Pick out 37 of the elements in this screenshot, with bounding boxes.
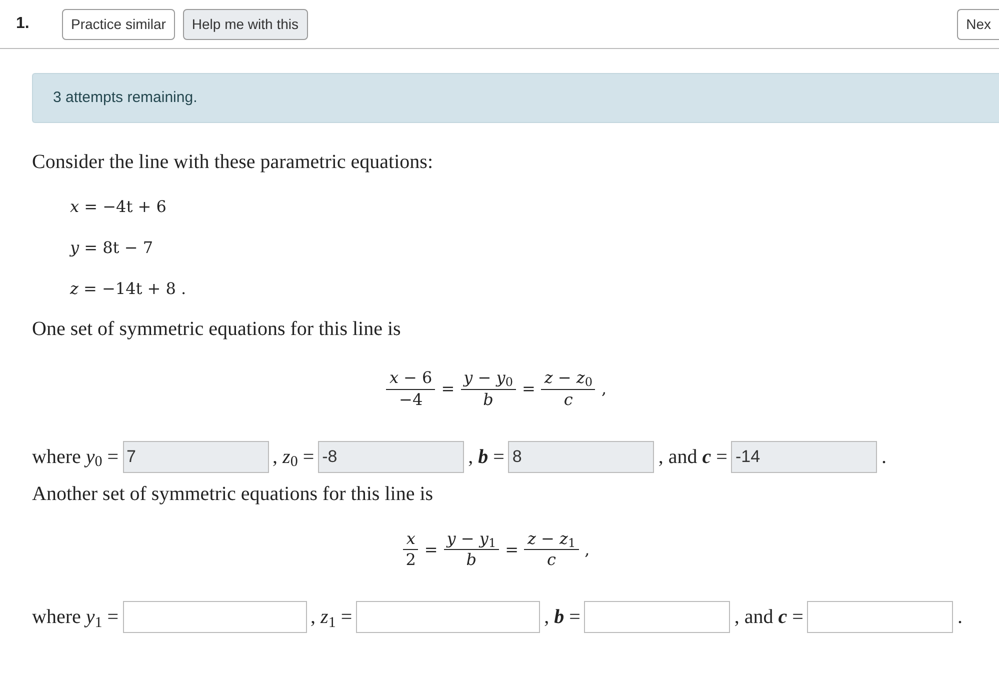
math-operator: , — [584, 538, 590, 561]
fraction: z − z$_{1}$ c — [524, 528, 579, 572]
fraction: x − 6 −4 — [386, 368, 436, 411]
answer-label: , b = — [544, 605, 580, 630]
period: . — [881, 444, 886, 470]
fraction: y − y$_{1}$ b — [444, 528, 500, 572]
math-operator: = — [505, 538, 518, 561]
question-number: 1. — [16, 14, 30, 34]
math-operator: = — [424, 538, 438, 561]
period: . — [957, 605, 962, 630]
answer-label: , z$_{1}$ = — [310, 605, 352, 632]
answer-label: , z$_{0}$ = — [272, 444, 314, 472]
question-text: Consider the line with these parametric equations: — [32, 150, 434, 175]
equation: z = −14t + 8 . — [70, 278, 186, 300]
answer-field[interactable] — [584, 601, 730, 634]
fraction: x 2 — [403, 528, 418, 572]
action-button[interactable]: Practice similar — [62, 8, 175, 40]
answer-field[interactable] — [807, 601, 954, 634]
question-text: Another set of symmetric equations for this line is — [32, 482, 434, 507]
next-button[interactable]: Nex — [957, 8, 999, 40]
answer-field[interactable] — [122, 601, 307, 634]
equation: y = 8t − 7 — [70, 237, 153, 259]
math-operator: = — [441, 378, 455, 400]
attempts-alert: 3 attempts remaining. — [32, 73, 999, 123]
action-button[interactable]: Help me with this — [182, 8, 308, 40]
fraction: z − z$_{0}$ c — [541, 368, 596, 411]
question-text: One set of symmetric equations for this line is — [32, 317, 402, 342]
fraction: y − y$_{0}$ b — [460, 368, 516, 411]
answer-label: , and c = — [734, 605, 804, 630]
equation: x = −4t + 6 — [70, 196, 166, 218]
math-operator: = — [522, 378, 536, 400]
answer-label: , b = — [468, 444, 504, 470]
math-operator: , — [601, 378, 607, 400]
answer-field[interactable] — [356, 601, 540, 634]
answer-label: where y$_{0}$ = — [32, 444, 119, 472]
answer-label: , and c = — [658, 444, 728, 470]
answer-label: where y$_{1}$ = — [32, 605, 119, 632]
